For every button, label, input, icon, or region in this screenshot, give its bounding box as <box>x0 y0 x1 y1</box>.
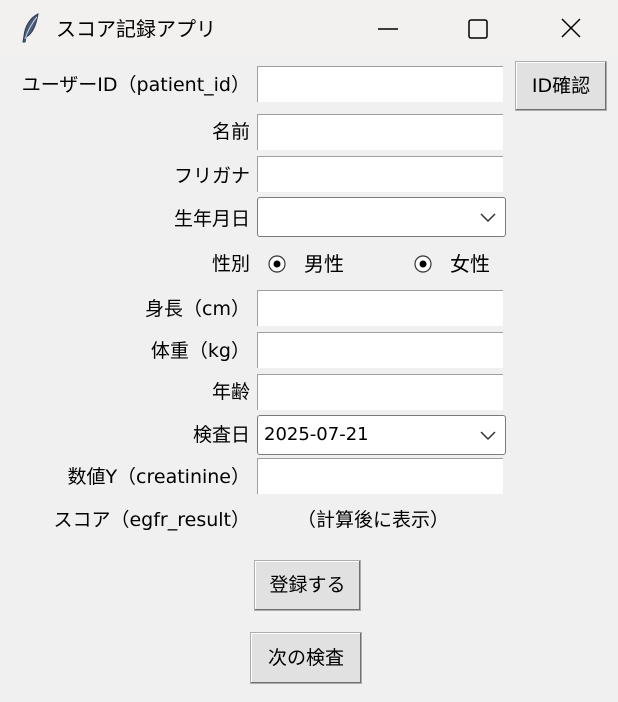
chevron-down-icon <box>480 431 496 441</box>
minimize-button[interactable] <box>345 0 435 58</box>
chevron-down-icon <box>480 213 496 223</box>
id-check-button[interactable]: ID確認 <box>515 61 607 111</box>
creatinine-label: 数値Y（creatinine） <box>67 466 250 488</box>
name-label: 名前 <box>211 121 250 143</box>
gender-radio-female-label: 女性 <box>450 252 490 276</box>
radio-icon <box>268 255 286 273</box>
age-input[interactable] <box>257 374 503 410</box>
name-input[interactable] <box>257 114 503 150</box>
close-icon <box>561 18 581 38</box>
score-result-text: （計算後に表示） <box>297 509 450 531</box>
radio-icon <box>414 255 432 273</box>
age-label: 年齢 <box>211 381 250 403</box>
patient-id-input[interactable] <box>257 66 503 102</box>
feather-icon <box>20 12 42 44</box>
close-button[interactable] <box>528 0 618 58</box>
app-window: スコア記録アプリ ユーザーID（patient_id） ID確認 名前 フリガナ… <box>0 0 618 702</box>
next-exam-button[interactable]: 次の検査 <box>250 632 362 684</box>
maximize-button[interactable] <box>435 0 525 58</box>
exam-date-combobox[interactable]: 2025-07-21 <box>257 415 506 455</box>
exam-date-label: 検査日 <box>192 424 250 446</box>
patient-id-label: ユーザーID（patient_id） <box>21 74 250 96</box>
furigana-input[interactable] <box>257 156 503 192</box>
maximize-icon <box>468 19 488 39</box>
gender-label: 性別 <box>211 253 250 275</box>
weight-label: 体重（kg） <box>150 340 250 362</box>
birthdate-label: 生年月日 <box>173 208 250 230</box>
score-label: スコア（egfr_result） <box>53 509 250 531</box>
height-input[interactable] <box>257 290 503 326</box>
exam-date-value: 2025-07-21 <box>264 424 369 445</box>
window-title: スコア記録アプリ <box>56 17 216 41</box>
furigana-label: フリガナ <box>173 165 250 187</box>
birthdate-combobox[interactable] <box>257 197 506 237</box>
height-label: 身長（cm） <box>145 298 250 320</box>
creatinine-input[interactable] <box>257 458 503 494</box>
minimize-icon <box>378 28 398 30</box>
register-button[interactable]: 登録する <box>254 560 361 611</box>
gender-radio-male-label: 男性 <box>304 252 344 276</box>
weight-input[interactable] <box>257 332 503 368</box>
title-bar: スコア記録アプリ <box>0 0 618 58</box>
